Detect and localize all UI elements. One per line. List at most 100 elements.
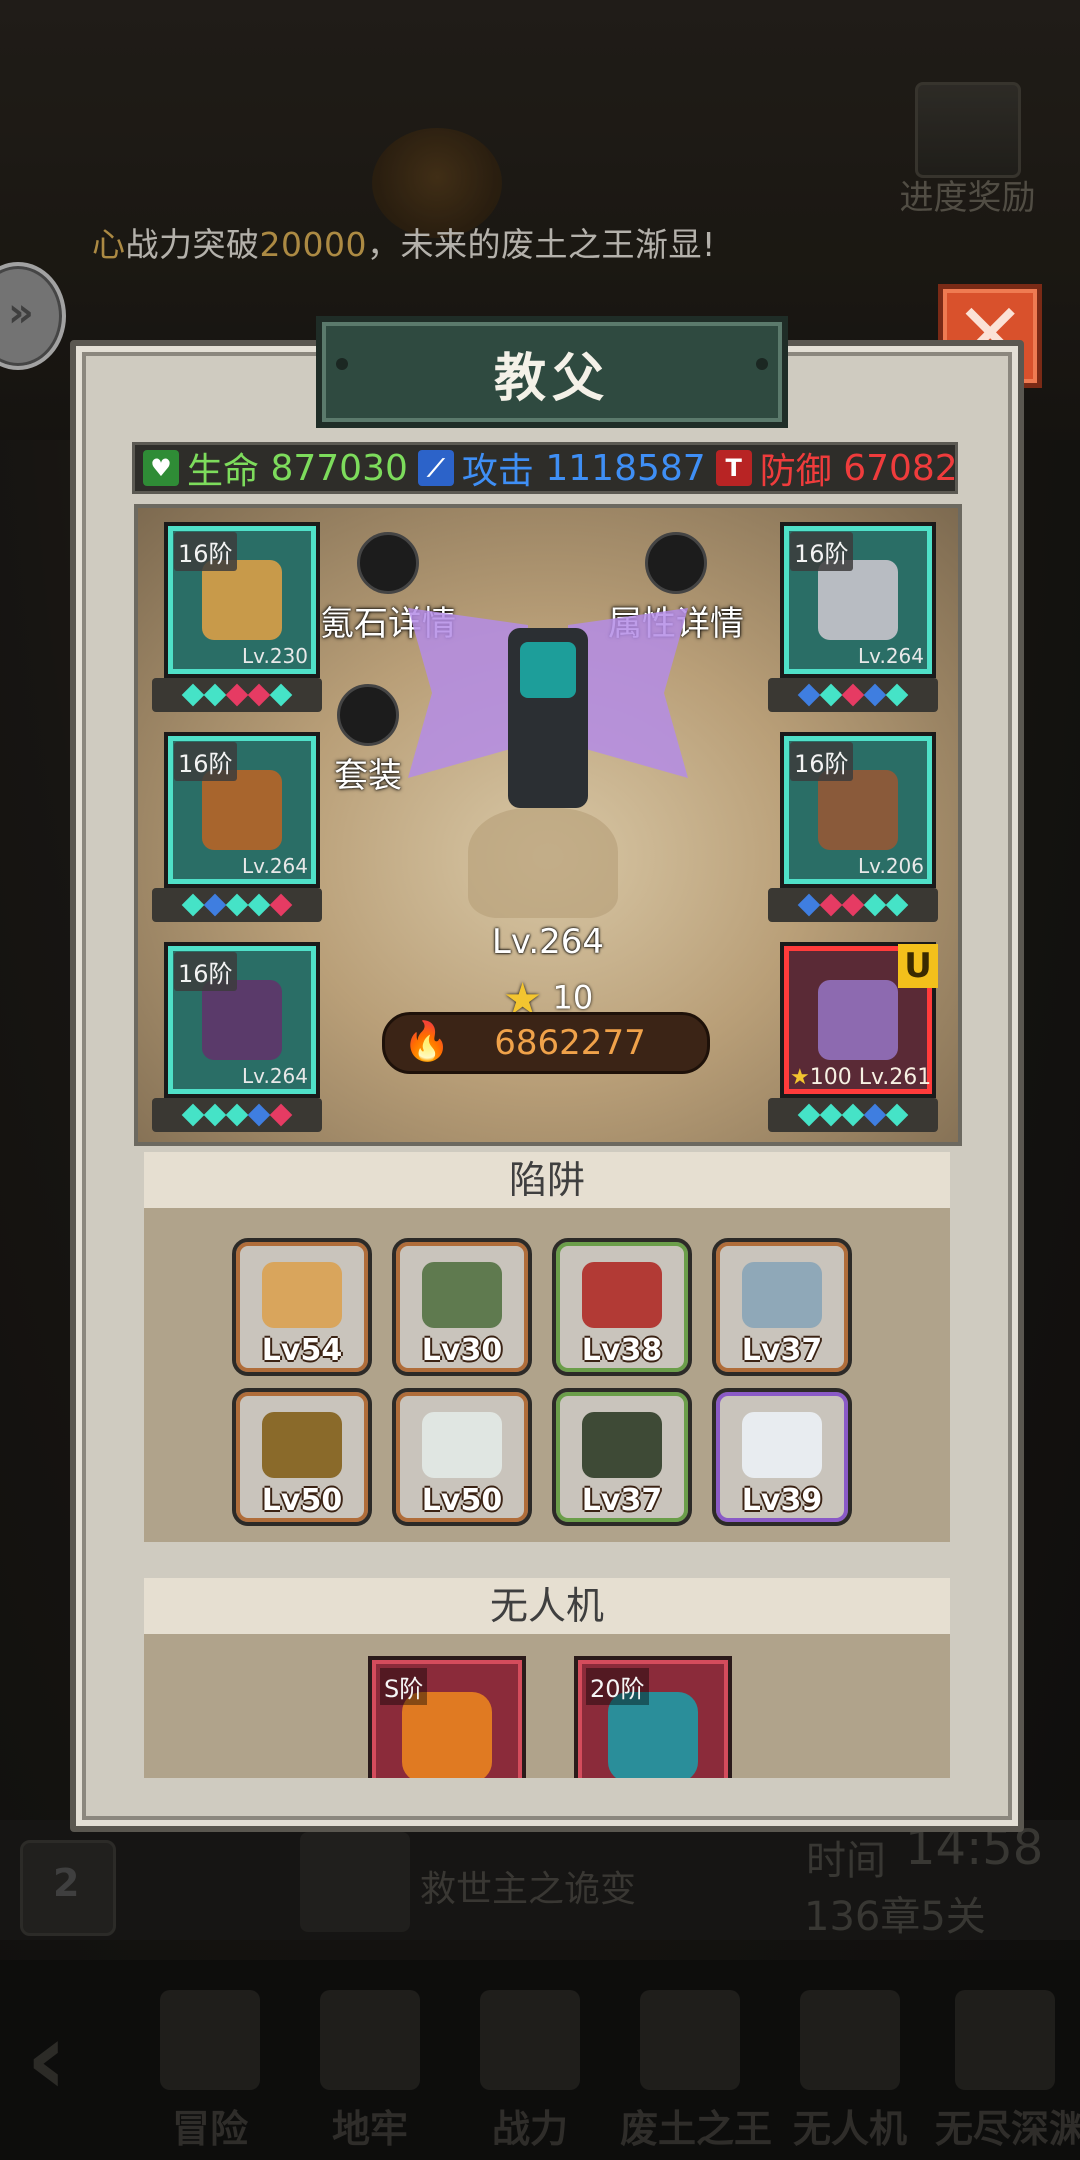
gem-icon (841, 893, 865, 917)
trap-slot[interactable]: Lv38 (552, 1238, 692, 1376)
equip-slot-armor[interactable]: 16阶 Lv.264 (164, 732, 320, 888)
trap-icon (742, 1412, 822, 1478)
dialog-title: 教父 (493, 349, 610, 409)
combat-power-bar: 🔥 6862277 (382, 1012, 710, 1074)
trap-level: Lv37 (741, 1333, 823, 1368)
gem-row (152, 888, 322, 922)
shield-icon: T (715, 450, 752, 486)
gem-icon (819, 1103, 843, 1127)
drone-slot[interactable]: S阶 ★10 (368, 1656, 526, 1778)
gem-icon (181, 893, 205, 917)
gem-icon (181, 683, 205, 707)
set-button[interactable]: 套装 (334, 684, 402, 797)
trap-slot[interactable]: Lv39 (712, 1388, 852, 1526)
pants-item-icon (818, 770, 898, 850)
heart-icon: ♥ (143, 450, 179, 486)
trap-level: Lv37 (581, 1483, 663, 1518)
title-plate: 教父 (316, 316, 788, 428)
trap-level: Lv38 (581, 1333, 663, 1368)
traps-title: 陷阱 (144, 1152, 950, 1208)
drones-section: 无人机 S阶 ★10 20阶 ★10 (144, 1578, 950, 1778)
gem-icon (269, 683, 293, 707)
bow-item-icon (818, 980, 898, 1060)
mesh-icon (645, 532, 707, 594)
equip-slot-special-bow[interactable]: U ★100 Lv.261 (780, 942, 938, 1098)
gem-icon (269, 1103, 293, 1127)
trap-slot[interactable]: Lv50 (232, 1388, 372, 1526)
defense-value: 67082 (843, 447, 958, 489)
equip-slot-pants[interactable]: 16阶 Lv.206 (780, 732, 936, 888)
equip-slot-helmet[interactable]: 16阶 Lv.230 (164, 522, 320, 678)
stats-bar: ♥ 生命 877030 ⟋ 攻击 1118587 T 防御 67082 (132, 442, 958, 494)
gem-icon (181, 1103, 205, 1127)
trap-icon (582, 1262, 662, 1328)
trap-icon (742, 1262, 822, 1328)
equip-slot-weapon[interactable]: 16阶 Lv.264 (164, 942, 320, 1098)
gem-icon (863, 683, 887, 707)
trap-icon (582, 1412, 662, 1478)
crystal-icon (357, 532, 419, 594)
gem-icon (269, 893, 293, 917)
helmet-item-icon (202, 560, 282, 640)
gem-row (152, 678, 322, 712)
gem-icon (203, 893, 227, 917)
armor-item-icon (202, 770, 282, 850)
hero-head (520, 642, 576, 698)
hero-showcase: 16阶 Lv.230 16阶 Lv.264 16阶 Lv.264 16阶 Lv.… (134, 504, 962, 1146)
trap-icon (422, 1262, 502, 1328)
trap-slot[interactable]: Lv54 (232, 1238, 372, 1376)
drones-title: 无人机 (144, 1578, 950, 1634)
gem-row (768, 678, 938, 712)
gem-icon (819, 893, 843, 917)
gem-icon (225, 1103, 249, 1127)
bow-stars: ★100 Lv.261 (790, 1065, 932, 1090)
trap-slot[interactable]: Lv37 (712, 1238, 852, 1376)
gem-icon (841, 683, 865, 707)
stat-hp: ♥ 生命 877030 (143, 442, 408, 494)
trap-slot[interactable]: Lv50 (392, 1388, 532, 1526)
rifle-item-icon (202, 980, 282, 1060)
trap-icon (262, 1262, 342, 1328)
trap-level: Lv30 (421, 1333, 503, 1368)
gem-icon (885, 1103, 909, 1127)
traps-section: 陷阱 Lv54 Lv30 Lv38 Lv37 Lv50 Lv50 Lv37 Lv39 (144, 1152, 950, 1542)
gem-icon (863, 893, 887, 917)
gem-row (152, 1098, 322, 1132)
gem-icon (819, 683, 843, 707)
stat-attack: ⟋ 攻击 1118587 (417, 442, 706, 494)
gem-icon (247, 893, 271, 917)
sword-icon: ⟋ (417, 450, 454, 486)
trap-icon (262, 1412, 342, 1478)
gem-icon (885, 893, 909, 917)
unique-badge: U (898, 944, 938, 988)
trap-level: Lv50 (421, 1483, 503, 1518)
gem-icon (885, 683, 909, 707)
gem-icon (247, 1103, 271, 1127)
star-icon: ★ (588, 1775, 613, 1778)
equip-slot-gloves[interactable]: 16阶 Lv.264 (780, 522, 936, 678)
trap-level: Lv50 (261, 1483, 343, 1518)
gem-icon (247, 683, 271, 707)
gem-icon (797, 1103, 821, 1127)
stat-defense: T 防御 67082 (715, 442, 958, 494)
trap-slot[interactable]: Lv30 (392, 1238, 532, 1376)
hero-level: Lv.264 (491, 922, 605, 962)
drone-slot[interactable]: 20阶 ★10 (574, 1656, 732, 1778)
gem-icon (203, 683, 227, 707)
gem-row (768, 888, 938, 922)
hero-character[interactable] (408, 588, 688, 848)
trap-level: Lv54 (261, 1333, 343, 1368)
star-icon: ★ (382, 1775, 407, 1778)
star-icon: ★ (790, 1065, 810, 1090)
hp-value: 877030 (270, 447, 408, 489)
gem-icon (797, 893, 821, 917)
gloves-item-icon (818, 560, 898, 640)
gem-icon (225, 683, 249, 707)
gem-row (768, 1098, 938, 1132)
trap-icon (422, 1412, 502, 1478)
attack-value: 1118587 (545, 447, 706, 489)
gem-icon (841, 1103, 865, 1127)
gem-icon (203, 1103, 227, 1127)
trap-slot[interactable]: Lv37 (552, 1388, 692, 1526)
trap-level: Lv39 (741, 1483, 823, 1518)
